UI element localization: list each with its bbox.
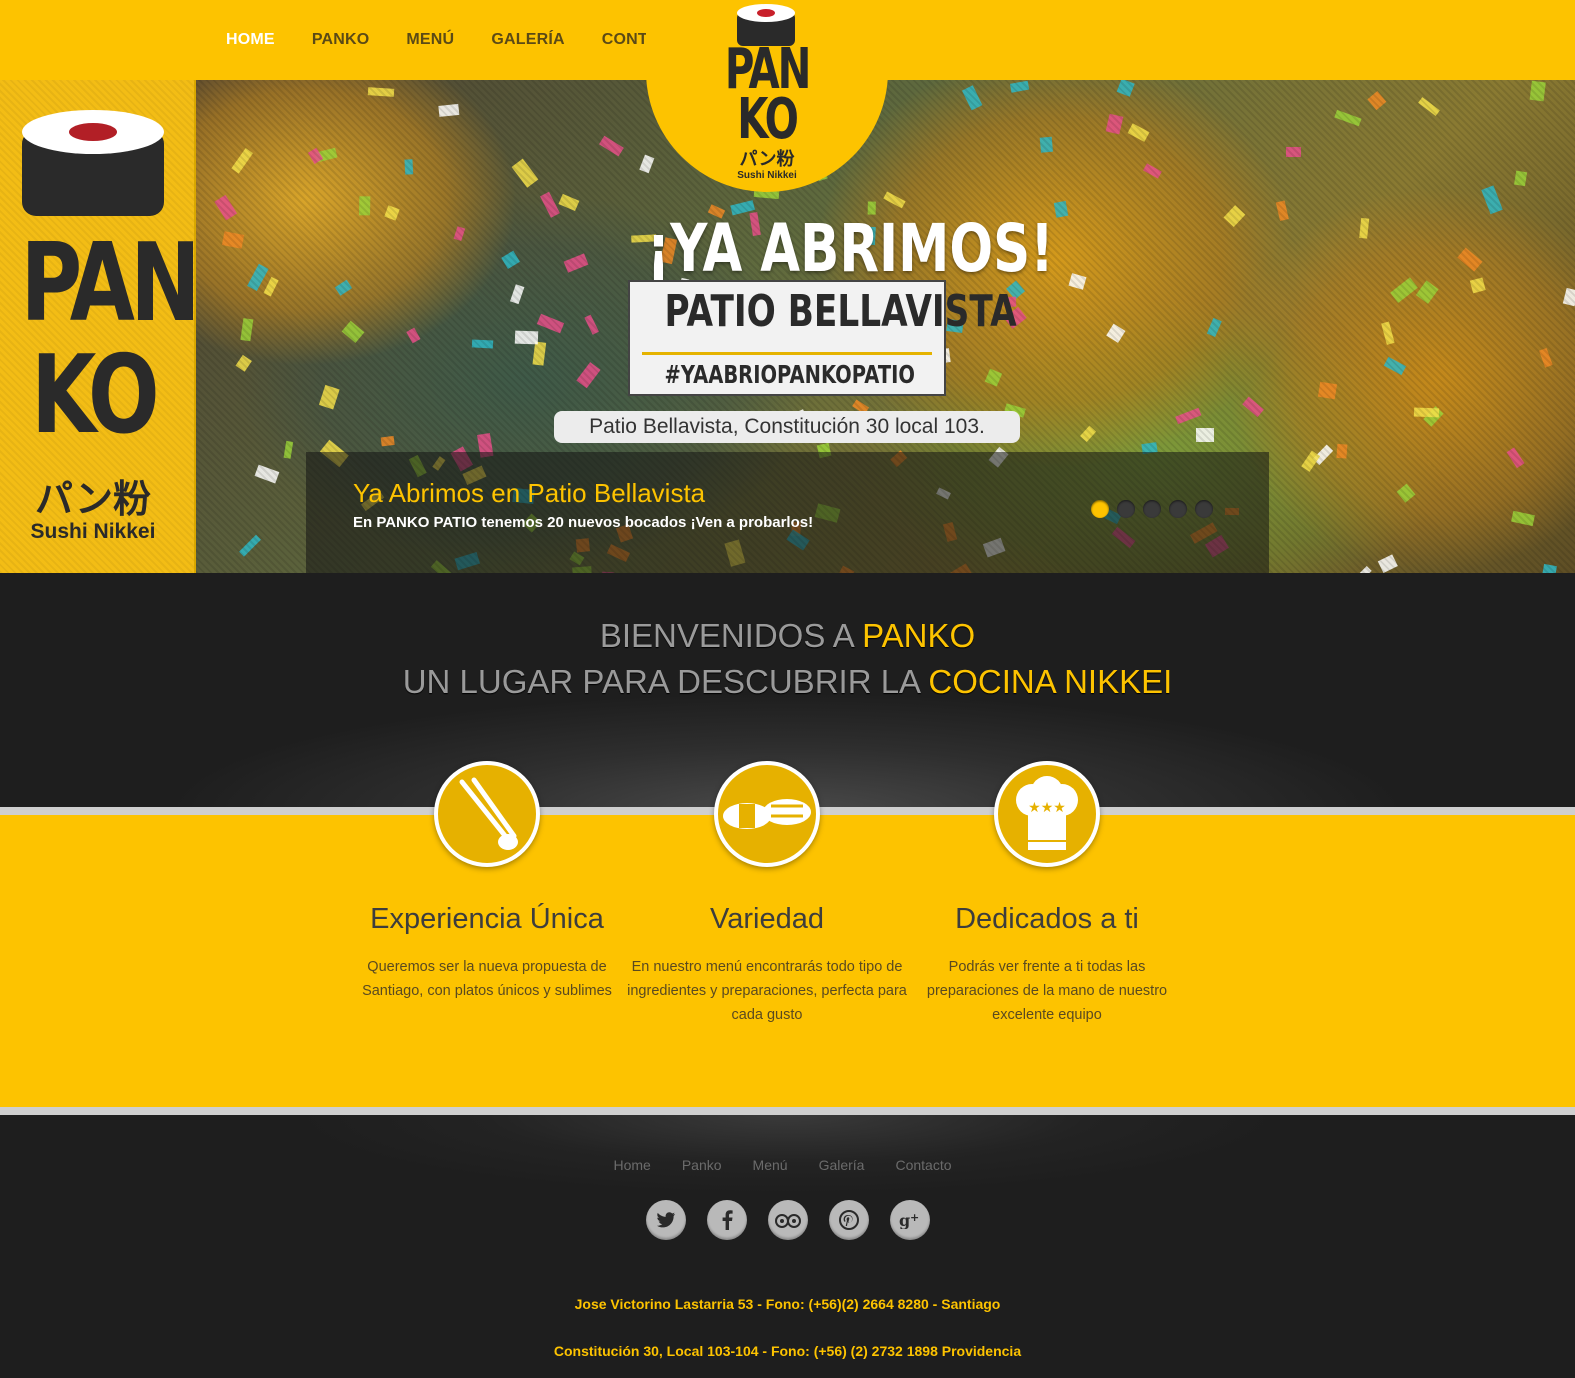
slider-pagination: [1091, 500, 1213, 518]
tripadvisor-icon[interactable]: [767, 1200, 808, 1240]
hero-location-box: PATIO BELLAVISTA #YAABRIOPANKOPATIO: [628, 280, 1017, 396]
footer-address-santiago: Jose Victorino Lastarria 53 - Fono: (+56…: [574, 1296, 1001, 1312]
hero-title: ¡YA ABRIMOS!: [646, 210, 1054, 287]
main-nav: HOME PANKO MENÚ GALERÍA CONTACTO: [226, 0, 693, 80]
caption-text: En PANKO PATIO tenemos 20 nuevos bocados…: [353, 514, 814, 531]
footer-nav-home[interactable]: Home: [613, 1157, 650, 1173]
slider-dot-2[interactable]: [1117, 500, 1135, 518]
hero-divider: [642, 352, 932, 355]
footer-nav-contacto[interactable]: Contacto: [895, 1157, 951, 1173]
hero-hashtag: #YAABRIOPANKOPATIO: [664, 360, 915, 389]
hero-location-title: PATIO BELLAVISTA: [664, 286, 1017, 337]
nav-home[interactable]: HOME: [226, 31, 275, 49]
footer-nav: Home Panko Menú Galería Contacto: [0, 1157, 1575, 1173]
header-logo-ko: KO: [737, 87, 799, 152]
welcome-line1-highlight: PANKO: [862, 617, 976, 654]
side-logo-kana: パン粉: [35, 479, 151, 521]
welcome-line2-text: UN LUGAR PARA DESCUBRIR LA: [402, 663, 929, 700]
footer: Home Panko Menú Galería Contacto g + Jose…: [0, 1115, 1575, 1378]
side-logo-subtitle: Sushi Nikkei: [30, 520, 156, 543]
sushi-roll-logo-icon: [22, 110, 164, 216]
google-plus-icon[interactable]: g +: [889, 1200, 930, 1240]
welcome-line1-text: BIENVENIDOS A: [599, 617, 863, 654]
slider-dot-1[interactable]: [1091, 500, 1109, 518]
side-logo-panel: PAN KO パン粉 Sushi Nikkei: [0, 80, 201, 573]
welcome-heading-line1: BIENVENIDOS A PANKO: [0, 617, 1575, 655]
feature-text: Podrás ver frente a ti todas las prepara…: [926, 959, 1168, 1023]
welcome-line2-highlight: COCINA NIKKEI: [928, 663, 1173, 700]
welcome-heading-line2: UN LUGAR PARA DESCUBRIR LA COCINA NIKKEI: [0, 663, 1575, 701]
feature-text: Queremos ser la nueva propuesta de Santi…: [362, 959, 612, 999]
twitter-icon[interactable]: [645, 1200, 686, 1240]
header-logo-kana: パン粉: [739, 149, 795, 169]
side-logo-pan: PAN: [20, 221, 200, 346]
slider-dot-4[interactable]: [1169, 500, 1187, 518]
header-logo-subtitle: Sushi Nikkei: [737, 170, 797, 181]
footer-nav-galeria[interactable]: Galería: [819, 1157, 865, 1173]
header-logo[interactable]: PAN KO パン粉 Sushi Nikkei: [646, 0, 888, 192]
nav-galeria[interactable]: GALERÍA: [491, 31, 564, 49]
svg-text:+: +: [910, 1211, 919, 1224]
caption-title: Ya Abrimos en Patio Bellavista: [353, 478, 706, 508]
hero-address: Patio Bellavista, Constitución 30 local …: [554, 411, 1020, 443]
slider-dot-5[interactable]: [1195, 500, 1213, 518]
feature-title: Experiencia Única: [370, 903, 604, 935]
footer-address-providencia: Constitución 30, Local 103-104 - Fono: (…: [553, 1343, 1022, 1359]
features-section: Experiencia Única Queremos ser la nueva …: [0, 761, 1575, 1115]
feature-text: En nuestro menú encontrarás todo tipo de…: [627, 959, 907, 1023]
slide-caption: Ya Abrimos en Patio Bellavista En PANKO …: [306, 452, 1269, 573]
footer-nav-menu[interactable]: Menú: [753, 1157, 788, 1173]
chef-hat-icon: ★★★: [994, 761, 1100, 867]
svg-text:★★★: ★★★: [1028, 800, 1066, 816]
pinterest-icon[interactable]: [828, 1200, 869, 1240]
feature-title: Variedad: [710, 903, 824, 935]
slider-dot-3[interactable]: [1143, 500, 1161, 518]
facebook-icon[interactable]: [706, 1200, 747, 1240]
sushi-icon: [714, 761, 820, 867]
nav-menu[interactable]: MENÚ: [406, 31, 454, 49]
side-logo-ko: KO: [31, 333, 159, 458]
footer-nav-panko[interactable]: Panko: [682, 1157, 722, 1173]
svg-text:g: g: [899, 1211, 910, 1229]
feature-title: Dedicados a ti: [955, 903, 1139, 935]
chopsticks-icon: [434, 761, 540, 867]
nav-panko[interactable]: PANKO: [312, 31, 370, 49]
social-links: g +: [0, 1200, 1575, 1240]
